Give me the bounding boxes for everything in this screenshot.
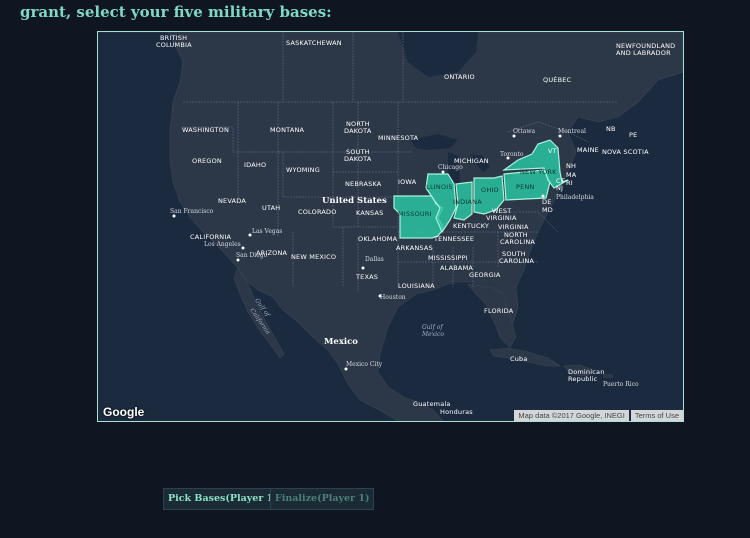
svg-text:Las Vegas: Las Vegas	[252, 228, 282, 235]
svg-text:DAKOTA: DAKOTA	[344, 155, 372, 163]
svg-text:Toronto: Toronto	[500, 151, 524, 158]
svg-text:NEW MEXICO: NEW MEXICO	[291, 253, 336, 261]
svg-text:Mexico City: Mexico City	[346, 361, 383, 368]
svg-text:COLORADO: COLORADO	[298, 208, 337, 216]
svg-text:TEXAS: TEXAS	[355, 273, 378, 281]
svg-text:MAINE: MAINE	[577, 146, 599, 154]
svg-text:Ottawa: Ottawa	[513, 128, 535, 135]
svg-text:ONTARIO: ONTARIO	[444, 73, 475, 81]
svg-text:NEBRASKA: NEBRASKA	[345, 180, 382, 188]
svg-text:Honduras: Honduras	[440, 408, 473, 416]
svg-text:Guatemala: Guatemala	[413, 400, 451, 408]
svg-text:CAROLINA: CAROLINA	[500, 238, 535, 246]
map-data-credit: Map data ©2017 Google, INEGI	[514, 410, 629, 421]
svg-text:OKLAHOMA: OKLAHOMA	[358, 235, 398, 243]
svg-text:Dallas: Dallas	[365, 256, 384, 263]
svg-text:Chicago: Chicago	[438, 164, 463, 171]
svg-text:NOVA SCOTIA: NOVA SCOTIA	[602, 148, 649, 156]
terms-of-use-link[interactable]: Terms of Use	[630, 410, 683, 421]
svg-text:KENTUCKY: KENTUCKY	[453, 222, 489, 230]
svg-text:Mexico: Mexico	[421, 331, 444, 338]
svg-text:Gulf of: Gulf of	[422, 324, 444, 331]
svg-text:VIRGINIA: VIRGINIA	[498, 223, 529, 231]
svg-text:MONTANA: MONTANA	[270, 126, 305, 134]
svg-text:UTAH: UTAH	[262, 204, 280, 212]
svg-text:Houston: Houston	[380, 294, 406, 301]
svg-text:GEORGIA: GEORGIA	[469, 271, 501, 279]
svg-text:VT: VT	[548, 147, 557, 155]
svg-text:QUÉBEC: QUÉBEC	[543, 75, 572, 84]
svg-text:OHIO: OHIO	[481, 186, 499, 194]
svg-text:LOUISIANA: LOUISIANA	[398, 282, 435, 290]
map-attribution: Map data ©2017 Google, INEGI Terms of Us…	[512, 410, 683, 421]
svg-text:RI: RI	[566, 179, 573, 187]
finalize-button[interactable]: Finalize(Player 1)	[270, 488, 375, 510]
svg-text:INDIANA: INDIANA	[453, 198, 482, 206]
svg-text:PENN: PENN	[516, 183, 535, 191]
svg-text:SASKATCHEWAN: SASKATCHEWAN	[286, 39, 342, 47]
svg-text:OREGON: OREGON	[192, 157, 222, 165]
svg-text:IDAHO: IDAHO	[244, 161, 266, 169]
map-container[interactable]: BRITISH COLUMBIA SASKATCHEWAN NEWFOUNDLA…	[97, 31, 684, 422]
svg-text:TENNESSEE: TENNESSEE	[433, 235, 474, 243]
base-selection-prompt: grant, select your five military bases:	[20, 3, 332, 21]
svg-text:VIRGINIA: VIRGINIA	[486, 214, 517, 222]
svg-text:San Diego: San Diego	[236, 252, 268, 259]
svg-text:United States: United States	[322, 196, 387, 206]
svg-text:Mexico: Mexico	[324, 337, 358, 347]
svg-text:WASHINGTON: WASHINGTON	[182, 126, 229, 134]
svg-text:Los Angeles: Los Angeles	[204, 241, 241, 248]
svg-text:COLUMBIA: COLUMBIA	[156, 41, 192, 49]
svg-text:MINNESOTA: MINNESOTA	[378, 134, 419, 142]
svg-text:CALIFORNIA: CALIFORNIA	[190, 233, 231, 241]
svg-text:ILLINOIS: ILLINOIS	[424, 183, 453, 191]
svg-text:Montreal: Montreal	[558, 128, 586, 135]
svg-text:AND LABRADOR: AND LABRADOR	[616, 49, 671, 57]
svg-text:NJ: NJ	[556, 184, 563, 192]
page: grant, select your five military bases:	[0, 0, 750, 538]
svg-text:IOWA: IOWA	[398, 178, 417, 186]
svg-text:Puerto Rico: Puerto Rico	[603, 381, 639, 388]
svg-text:Philadelphia: Philadelphia	[556, 194, 594, 201]
svg-text:NEVADA: NEVADA	[218, 197, 246, 205]
map-canvas[interactable]: BRITISH COLUMBIA SASKATCHEWAN NEWFOUNDLA…	[98, 32, 683, 421]
svg-text:Cuba: Cuba	[510, 355, 528, 363]
svg-text:NH: NH	[566, 162, 576, 170]
svg-text:DAKOTA: DAKOTA	[344, 127, 372, 135]
svg-text:MA: MA	[566, 171, 577, 179]
svg-text:NB: NB	[606, 125, 616, 133]
svg-text:FLORIDA: FLORIDA	[484, 307, 514, 315]
svg-text:MISSISSIPPI: MISSISSIPPI	[428, 254, 468, 262]
svg-text:MISSOURI: MISSOURI	[398, 210, 432, 218]
svg-text:Republic: Republic	[568, 375, 598, 383]
svg-text:San Francisco: San Francisco	[170, 208, 214, 215]
svg-text:CAROLINA: CAROLINA	[499, 257, 534, 265]
pick-bases-button[interactable]: Pick Bases(Player 1)	[163, 488, 283, 510]
svg-text:WYOMING: WYOMING	[286, 166, 320, 174]
svg-text:ARKANSAS: ARKANSAS	[396, 244, 433, 252]
google-logo: Google	[103, 405, 145, 419]
svg-text:DE: DE	[542, 198, 552, 206]
svg-text:MD: MD	[542, 206, 553, 214]
svg-text:NEW YORK: NEW YORK	[520, 168, 557, 176]
svg-text:PE: PE	[629, 131, 637, 139]
svg-text:KANSAS: KANSAS	[356, 209, 383, 217]
